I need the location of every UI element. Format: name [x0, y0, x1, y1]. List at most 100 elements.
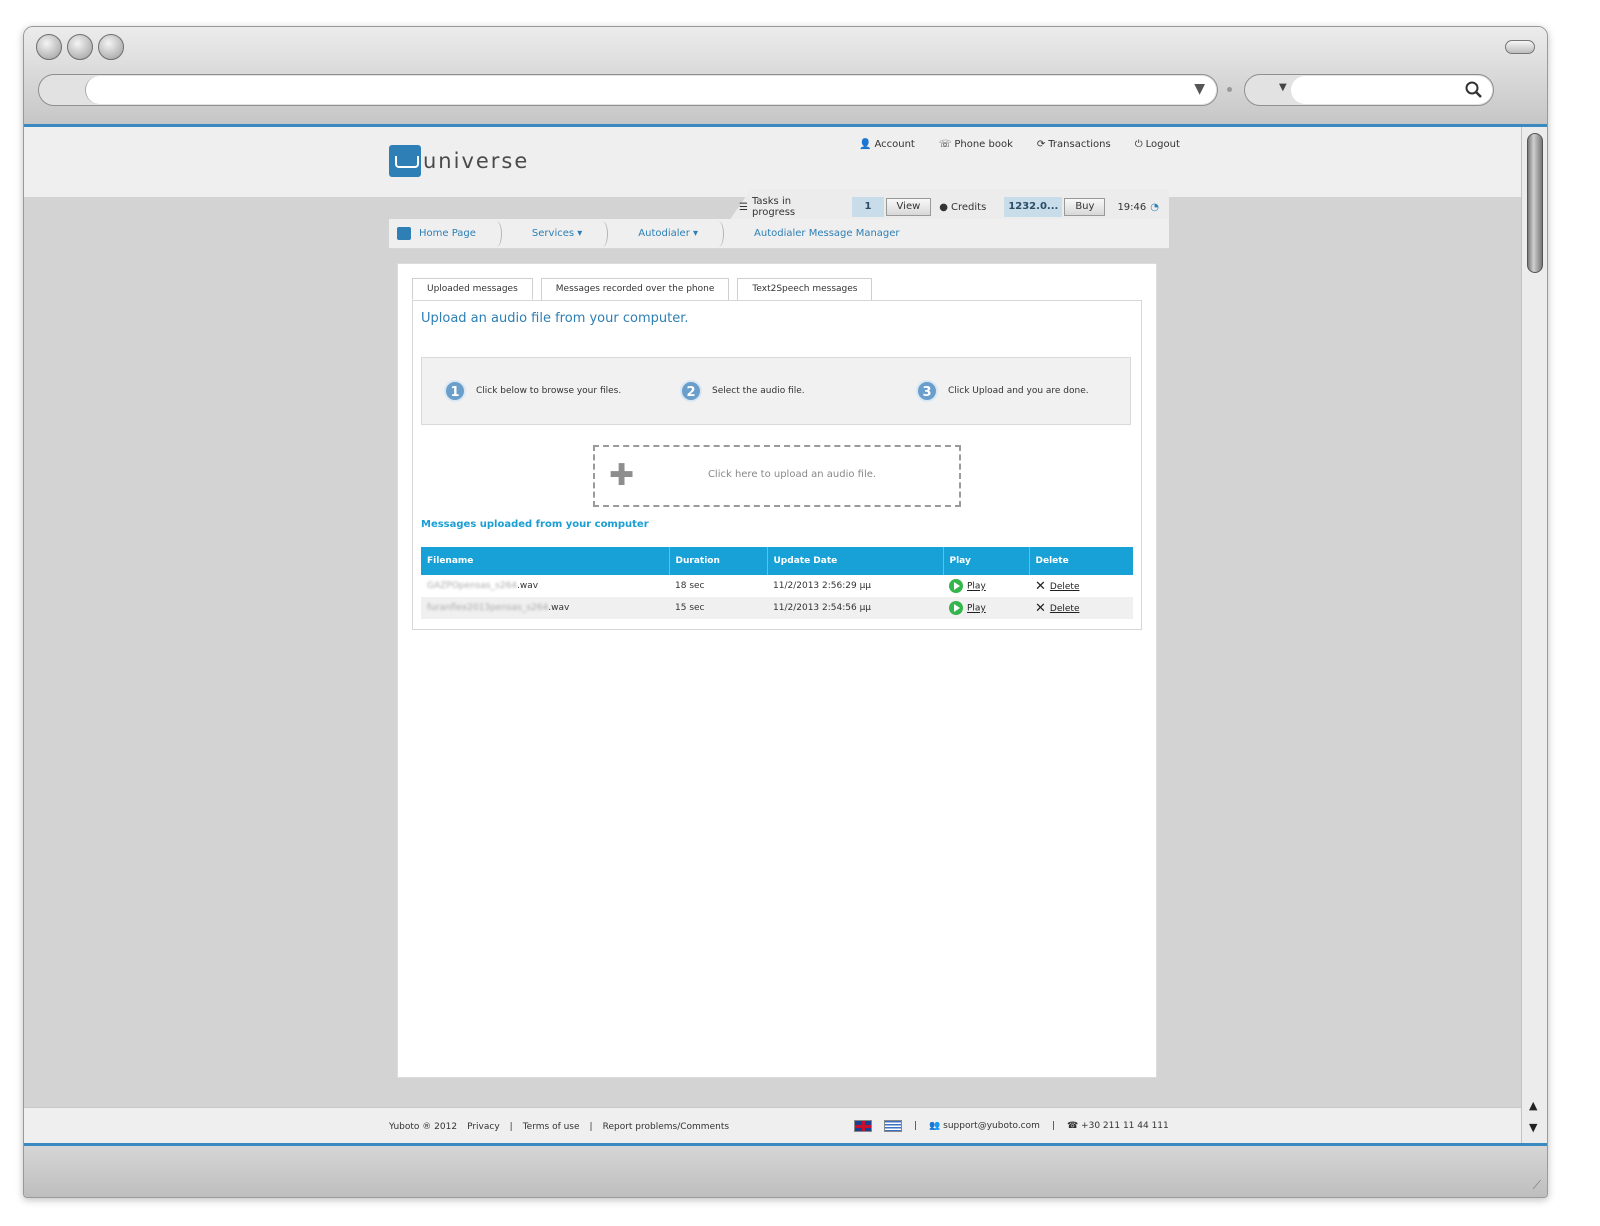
play-icon[interactable]: [949, 579, 963, 593]
tasks-icon: ☰: [739, 201, 748, 213]
address-bar[interactable]: ▼: [38, 74, 1218, 106]
header-strip: [24, 127, 1522, 197]
universe-logo[interactable]: universe: [389, 145, 529, 177]
nav-services[interactable]: Services ▾: [502, 219, 609, 249]
users-icon: 👥: [929, 1121, 941, 1131]
delete-cell[interactable]: ✕ Delete: [1029, 575, 1133, 597]
separator-dot: [1227, 87, 1232, 92]
search-input[interactable]: [1291, 76, 1492, 104]
logo-text: universe: [423, 149, 530, 173]
uk-flag-icon[interactable]: [854, 1120, 872, 1132]
email-contact[interactable]: 👥 support@yuboto.com: [929, 1121, 1040, 1131]
clock-time: 19:46: [1117, 201, 1147, 213]
step-3: 3 Click Upload and you are done.: [916, 380, 1130, 402]
resize-grip-icon[interactable]: ⟋: [1533, 1178, 1541, 1193]
messages-table: Filename Duration Update Date Play Delet…: [421, 547, 1133, 619]
greek-flag-icon[interactable]: [884, 1120, 902, 1132]
table-row: furanflex2013pensas_s264.wav 15 sec 11/2…: [421, 597, 1133, 619]
col-delete: Delete: [1028, 547, 1133, 575]
logout-link[interactable]: ⏻ Logout: [1135, 139, 1180, 150]
delete-icon[interactable]: ✕: [1035, 579, 1046, 594]
footer-contact: | 👥 support@yuboto.com | ☎ +30 211 11 44…: [854, 1120, 1169, 1132]
scrollbar-thumb[interactable]: [1527, 133, 1543, 273]
nav-autodialer[interactable]: Autodialer ▾: [608, 219, 724, 249]
duration-cell: 18 sec: [675, 581, 705, 591]
app-container: ☰ Tasks in progress 1 View ● Credits 123…: [389, 189, 1169, 1149]
browser-toolbar: ▼ ▼: [24, 27, 1547, 127]
minimize-window-button[interactable]: [67, 34, 93, 60]
web-page: universe 👤 Account ☏ Phone book ⟳ Transacti…: [24, 127, 1522, 1170]
page-footer: Yuboto ® 2012 Privacy | Terms of use | R…: [24, 1107, 1522, 1145]
credits-icon: ●: [939, 201, 949, 213]
phone-icon: ☎: [1066, 1121, 1079, 1131]
search-engine-dropdown-icon[interactable]: ▼: [1279, 82, 1287, 93]
upload-dropzone[interactable]: ✚ Click here to upload an audio file.: [593, 445, 961, 507]
tab-recorded-messages[interactable]: Messages recorded over the phone: [540, 278, 730, 300]
terms-link[interactable]: Terms of use: [523, 1122, 580, 1132]
play-icon[interactable]: [949, 601, 963, 615]
search-icon[interactable]: [1465, 81, 1483, 99]
col-duration[interactable]: Duration: [668, 547, 767, 575]
home-icon: [397, 226, 411, 240]
tasks-label: Tasks in progress: [751, 196, 796, 218]
transactions-link[interactable]: ⟳ Transactions: [1037, 139, 1111, 150]
dropzone-text: Click here to upload an audio file.: [707, 469, 877, 480]
step-number: 2: [680, 380, 702, 402]
main-content: Uploaded messages Messages recorded over…: [397, 263, 1157, 1078]
close-window-button[interactable]: [36, 34, 62, 60]
step-2: 2 Select the audio file.: [680, 380, 894, 402]
step-1: 1 Click below to browse your files.: [444, 380, 658, 402]
refresh-icon: ⟳: [1036, 139, 1046, 150]
tab-text2speech-messages[interactable]: Text2Speech messages: [737, 278, 873, 300]
logo-mark-icon: [389, 145, 421, 177]
tab-uploaded-messages[interactable]: Uploaded messages: [412, 278, 533, 300]
search-bar[interactable]: ▼: [1244, 74, 1494, 106]
phonebook-link[interactable]: ☏ Phone book: [939, 139, 1013, 150]
delete-cell[interactable]: ✕ Delete: [1029, 597, 1133, 619]
tasks-count: 1: [852, 197, 884, 217]
breadcrumb-nav: Home Page Services ▾ Autodialer ▾ Autodi…: [389, 219, 1169, 249]
divider: |: [914, 1121, 918, 1131]
clock-icon: ◔: [1150, 201, 1159, 213]
step-number: 3: [916, 380, 938, 402]
maximize-window-button[interactable]: [98, 34, 124, 60]
top-links: 👤 Account ☏ Phone book ⟳ Transactions ⏻ Logo…: [859, 139, 1180, 150]
play-link[interactable]: Play: [967, 582, 986, 592]
scroll-down-icon[interactable]: ▼: [1529, 1121, 1537, 1134]
upload-title: Upload an audio file from your computer.: [421, 311, 689, 326]
col-filename[interactable]: Filename: [421, 547, 669, 575]
col-update-date[interactable]: Update Date: [766, 547, 943, 575]
delete-icon[interactable]: ✕: [1035, 601, 1046, 616]
divider: |: [509, 1122, 513, 1132]
privacy-link[interactable]: Privacy: [467, 1122, 500, 1132]
delete-link[interactable]: Delete: [1050, 604, 1080, 614]
table-header-row: Filename Duration Update Date Play Delet…: [421, 547, 1133, 575]
vertical-scrollbar[interactable]: ▲ ▼: [1521, 127, 1547, 1143]
power-icon: ⏻: [1134, 139, 1143, 150]
delete-link[interactable]: Delete: [1050, 582, 1080, 592]
upload-panel: Upload an audio file from your computer.…: [412, 300, 1142, 630]
table-row: GAZPOpensas_s264.wav 18 sec 11/2/2013 2:…: [421, 575, 1133, 597]
toolbar-toggle-button[interactable]: [1505, 40, 1535, 54]
url-dropdown-icon[interactable]: ▼: [1194, 81, 1205, 97]
play-link[interactable]: Play: [967, 604, 986, 614]
credits-value: 1232.0...: [1004, 197, 1063, 217]
scroll-up-icon[interactable]: ▲: [1529, 1099, 1537, 1112]
divider: |: [589, 1122, 593, 1132]
phone-contact: ☎ +30 211 11 44 111: [1066, 1121, 1169, 1131]
view-tasks-button[interactable]: View: [885, 198, 932, 216]
play-cell[interactable]: Play: [943, 597, 1029, 619]
phonebook-icon: ☏: [938, 139, 952, 150]
nav-current-page: Autodialer Message Manager: [754, 227, 900, 239]
message-tabs: Uploaded messages Messages recorded over…: [412, 278, 873, 300]
copyright: Yuboto ® 2012: [389, 1122, 458, 1132]
report-link[interactable]: Report problems/Comments: [603, 1122, 729, 1132]
play-cell[interactable]: Play: [943, 575, 1029, 597]
col-play: Play: [942, 547, 1029, 575]
url-input[interactable]: [85, 76, 1216, 104]
credits-label: Credits: [951, 201, 987, 213]
nav-home[interactable]: Home Page: [389, 219, 502, 249]
account-link[interactable]: 👤 Account: [859, 139, 915, 150]
messages-heading: Messages uploaded from your computer: [421, 519, 649, 530]
buy-credits-button[interactable]: Buy: [1064, 198, 1106, 216]
